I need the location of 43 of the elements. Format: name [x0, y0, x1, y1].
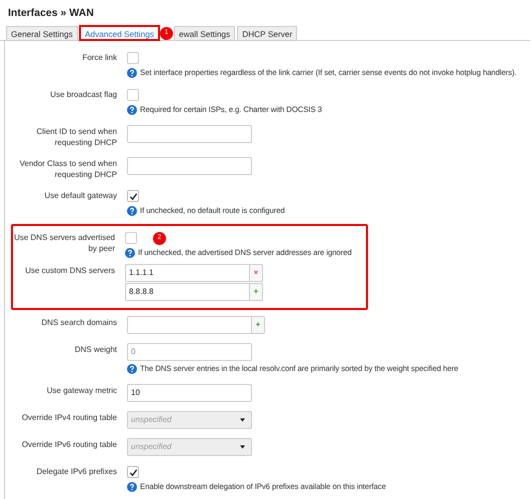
text-field[interactable]: 1.1.1.1: [125, 264, 250, 282]
text-field[interactable]: [127, 125, 252, 143]
checkbox[interactable]: [127, 190, 139, 202]
checkbox[interactable]: [125, 232, 137, 244]
help-icon: [127, 482, 137, 492]
field-label: Use default gateway: [44, 190, 117, 202]
field-label: DNS weight: [74, 344, 117, 356]
field-label: Use gateway metric: [46, 385, 117, 397]
tab[interactable]: Advanced Settings: [80, 26, 159, 40]
text-field[interactable]: 0: [127, 343, 252, 361]
add-button[interactable]: +: [252, 316, 265, 334]
text-field[interactable]: [127, 157, 252, 175]
dropdown[interactable]: unspecified: [127, 438, 252, 456]
field-label: DNS search domains: [40, 317, 117, 329]
help-icon: [125, 248, 135, 258]
field-label: Delegate IPv6 prefixes: [36, 466, 117, 478]
add-button[interactable]: +: [250, 283, 263, 301]
tab[interactable]: General Settings: [6, 26, 78, 40]
dropdown[interactable]: unspecified: [127, 411, 252, 429]
caret-icon: [240, 418, 245, 422]
remove-button[interactable]: ×: [250, 264, 263, 282]
checkbox[interactable]: [127, 89, 139, 101]
help-icon: [127, 105, 137, 115]
field-label: Vendor Class to send when requesting DHCP: [18, 158, 117, 180]
field-label: Use DNS servers advertised by peer: [13, 232, 115, 255]
text-field[interactable]: [127, 316, 252, 334]
help-icon: [127, 364, 137, 374]
help-icon: [127, 68, 137, 78]
text-field[interactable]: 8.8.8.8: [125, 283, 250, 301]
help-icon: [127, 206, 137, 216]
field-label: Use custom DNS servers: [24, 265, 115, 277]
text-field[interactable]: 10: [127, 384, 252, 402]
field-label: Force link: [81, 52, 117, 64]
tab[interactable]: DHCP Server: [237, 26, 298, 40]
page-title: Interfaces » WAN: [7, 6, 95, 19]
field-label: Override IPv6 routing table: [20, 439, 117, 451]
caret-icon: [240, 445, 245, 449]
checkbox[interactable]: [127, 466, 139, 478]
checkbox[interactable]: [127, 52, 139, 64]
field-label: Use broadcast flag: [49, 89, 117, 101]
field-label: Client ID to send when requesting DHCP: [36, 126, 117, 148]
field-label: Override IPv4 routing table: [20, 412, 117, 424]
tab[interactable]: ewall Settings: [174, 26, 236, 40]
